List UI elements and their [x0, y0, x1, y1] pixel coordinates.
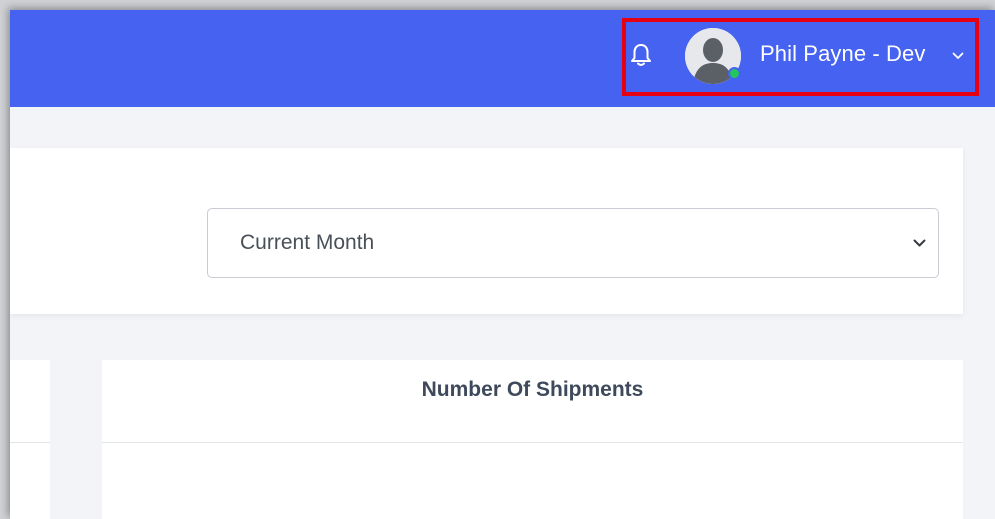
filter-card: Current Month: [10, 148, 963, 314]
period-select-value: Current Month: [240, 231, 375, 254]
stats-card-left: [10, 360, 50, 519]
chevron-down-icon: [913, 239, 926, 247]
bell-icon[interactable]: [630, 43, 652, 67]
online-status-badge: [728, 67, 741, 80]
app-window: Phil Payne - Dev Current Month Number Of…: [10, 10, 995, 519]
shipments-card: Number Of Shipments: [102, 360, 963, 519]
user-name[interactable]: Phil Payne - Dev: [760, 41, 925, 67]
period-select[interactable]: Current Month: [207, 208, 939, 278]
chevron-down-icon[interactable]: [952, 52, 964, 60]
card-divider: [102, 442, 963, 443]
top-navbar: Phil Payne - Dev: [10, 10, 995, 107]
card-divider: [10, 442, 50, 443]
shipments-card-title: Number Of Shipments: [421, 378, 644, 401]
